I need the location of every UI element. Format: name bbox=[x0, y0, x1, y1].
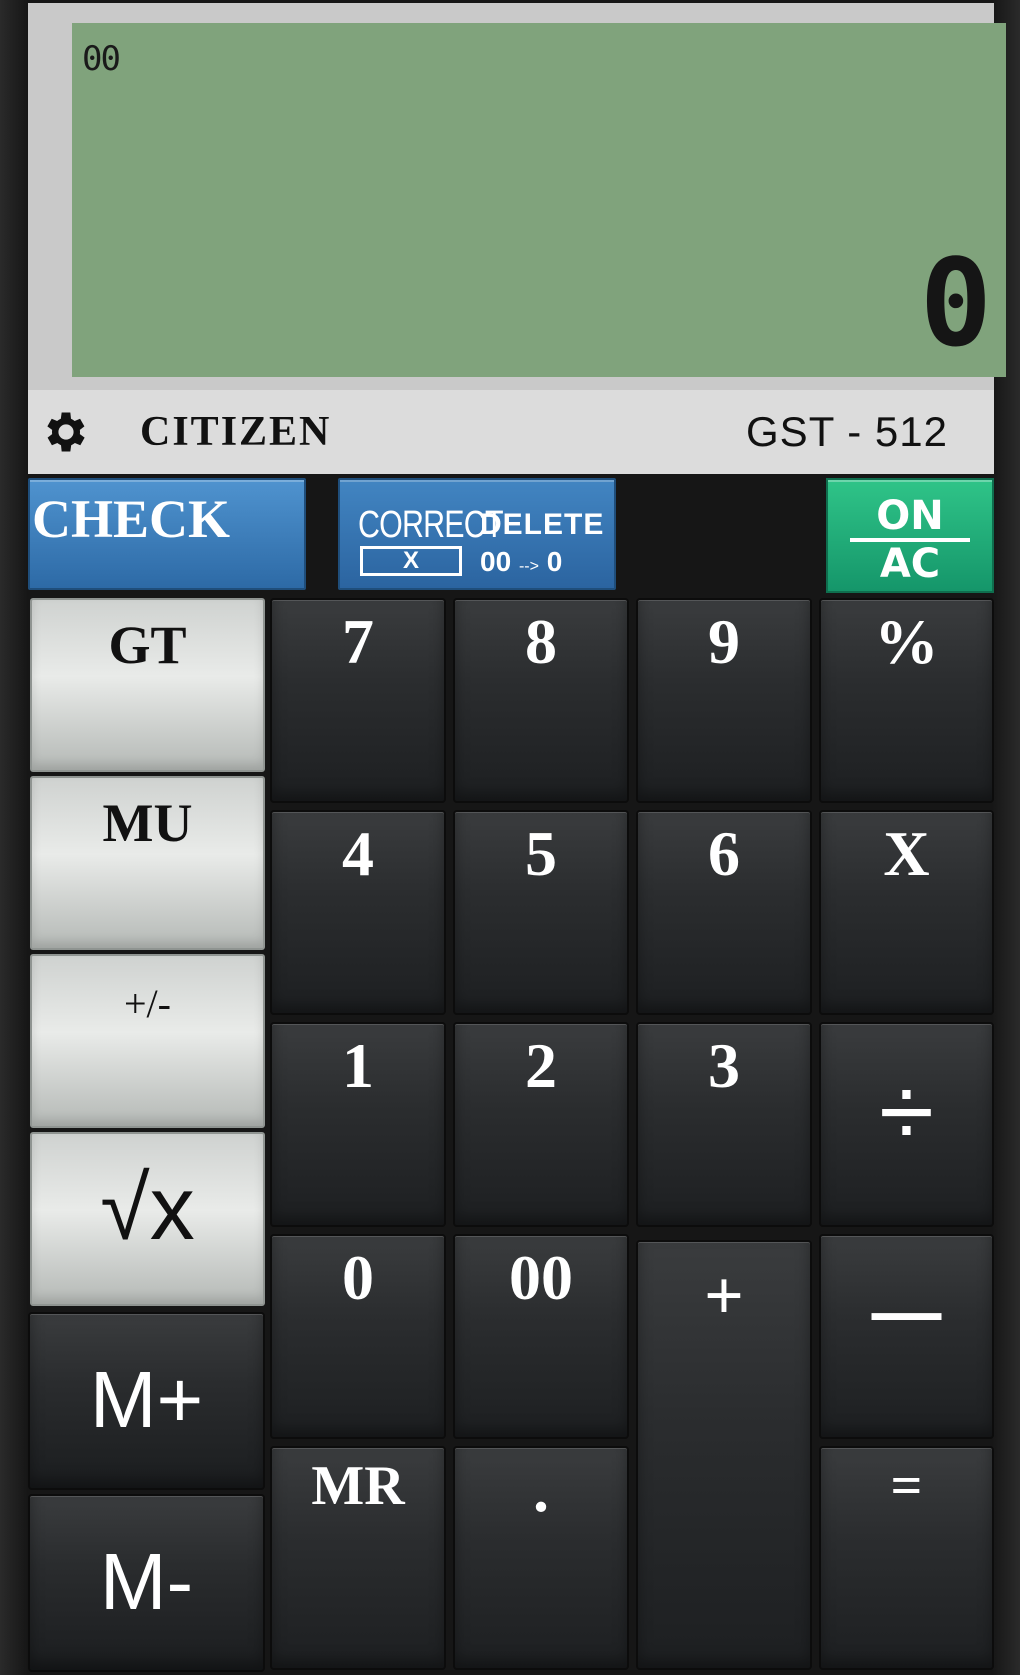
m-minus-label: M- bbox=[99, 1537, 194, 1626]
key-1-label: 1 bbox=[342, 1030, 374, 1101]
sqrt-button[interactable]: √x bbox=[30, 1132, 265, 1306]
mr-key[interactable]: MR bbox=[270, 1446, 446, 1670]
key-0[interactable]: 0 bbox=[270, 1234, 446, 1439]
plus-minus-label: +/- bbox=[124, 981, 171, 1026]
key-5-label: 5 bbox=[525, 818, 557, 889]
equals-key[interactable]: = bbox=[819, 1446, 994, 1670]
percent-key[interactable]: % bbox=[819, 598, 994, 803]
m-plus-button[interactable]: M+ bbox=[28, 1312, 265, 1490]
key-5[interactable]: 5 bbox=[453, 810, 629, 1015]
key-00[interactable]: 00 bbox=[453, 1234, 629, 1439]
correct-box: X bbox=[360, 546, 462, 576]
check-label: CHECK bbox=[32, 489, 231, 549]
delete-sub-left: 00 bbox=[480, 546, 512, 577]
brand-name: CITIZEN bbox=[140, 409, 332, 455]
on-label: ON bbox=[876, 493, 944, 539]
mu-label: MU bbox=[102, 793, 193, 853]
key-8[interactable]: 8 bbox=[453, 598, 629, 803]
gear-icon[interactable] bbox=[40, 406, 92, 458]
plus-minus-button[interactable]: +/- bbox=[30, 954, 265, 1128]
key-9[interactable]: 9 bbox=[636, 598, 812, 803]
check-button[interactable]: CHECK bbox=[28, 478, 306, 590]
percent-label: % bbox=[874, 606, 939, 677]
key-8-label: 8 bbox=[525, 606, 557, 677]
key-0-label: 0 bbox=[342, 1242, 374, 1313]
multiply-key[interactable]: X bbox=[819, 810, 994, 1015]
delete-sub-right: 0 bbox=[546, 546, 563, 577]
calculator-body: 00 0 CITIZEN GST - 512 CHECK CORRECT X D… bbox=[0, 0, 1020, 1675]
divide-key[interactable]: ÷ bbox=[819, 1022, 994, 1227]
model-name: GST - 512 bbox=[746, 408, 948, 455]
equals-label: = bbox=[890, 1455, 923, 1517]
mu-button[interactable]: MU bbox=[30, 776, 265, 950]
m-minus-button[interactable]: M- bbox=[28, 1494, 265, 1672]
key-3-label: 3 bbox=[708, 1030, 740, 1101]
minus-key[interactable]: — bbox=[819, 1234, 994, 1439]
key-00-label: 00 bbox=[509, 1242, 573, 1313]
mr-label: MR bbox=[311, 1455, 405, 1517]
key-4-label: 4 bbox=[342, 818, 374, 889]
plus-key[interactable]: + bbox=[636, 1240, 812, 1670]
key-7[interactable]: 7 bbox=[270, 598, 446, 803]
on-ac-button[interactable]: ON AC bbox=[826, 478, 994, 593]
key-3[interactable]: 3 bbox=[636, 1022, 812, 1227]
brand-bar: CITIZEN GST - 512 bbox=[28, 390, 994, 474]
key-2[interactable]: 2 bbox=[453, 1022, 629, 1227]
minus-label: — bbox=[871, 1272, 942, 1350]
delete-sub: 00 --> 0 bbox=[480, 546, 562, 578]
divide-label: ÷ bbox=[879, 1056, 934, 1168]
lcd-indicator: 00 bbox=[82, 39, 121, 79]
key-7-label: 7 bbox=[342, 606, 374, 677]
decimal-key[interactable]: . bbox=[453, 1446, 629, 1670]
gt-label: GT bbox=[108, 615, 187, 675]
plus-label: + bbox=[704, 1258, 744, 1335]
delete-label: DELETE bbox=[480, 508, 605, 541]
display-bezel: 00 0 bbox=[28, 3, 1006, 390]
arrow-right-icon: --> bbox=[518, 558, 539, 575]
ac-label: AC bbox=[879, 541, 941, 587]
key-2-label: 2 bbox=[525, 1030, 557, 1101]
key-9-label: 9 bbox=[708, 606, 740, 677]
gt-button[interactable]: GT bbox=[30, 598, 265, 772]
key-1[interactable]: 1 bbox=[270, 1022, 446, 1227]
key-6[interactable]: 6 bbox=[636, 810, 812, 1015]
m-plus-label: M+ bbox=[89, 1355, 204, 1444]
correct-delete-button[interactable]: CORRECT X DELETE 00 --> 0 bbox=[338, 478, 616, 590]
key-4[interactable]: 4 bbox=[270, 810, 446, 1015]
lcd-value: 0 bbox=[919, 235, 992, 374]
key-6-label: 6 bbox=[708, 818, 740, 889]
decimal-label: . bbox=[533, 1454, 549, 1525]
multiply-label: X bbox=[883, 818, 930, 889]
lcd-display: 00 0 bbox=[72, 23, 1006, 377]
sqrt-label: √x bbox=[100, 1159, 195, 1259]
